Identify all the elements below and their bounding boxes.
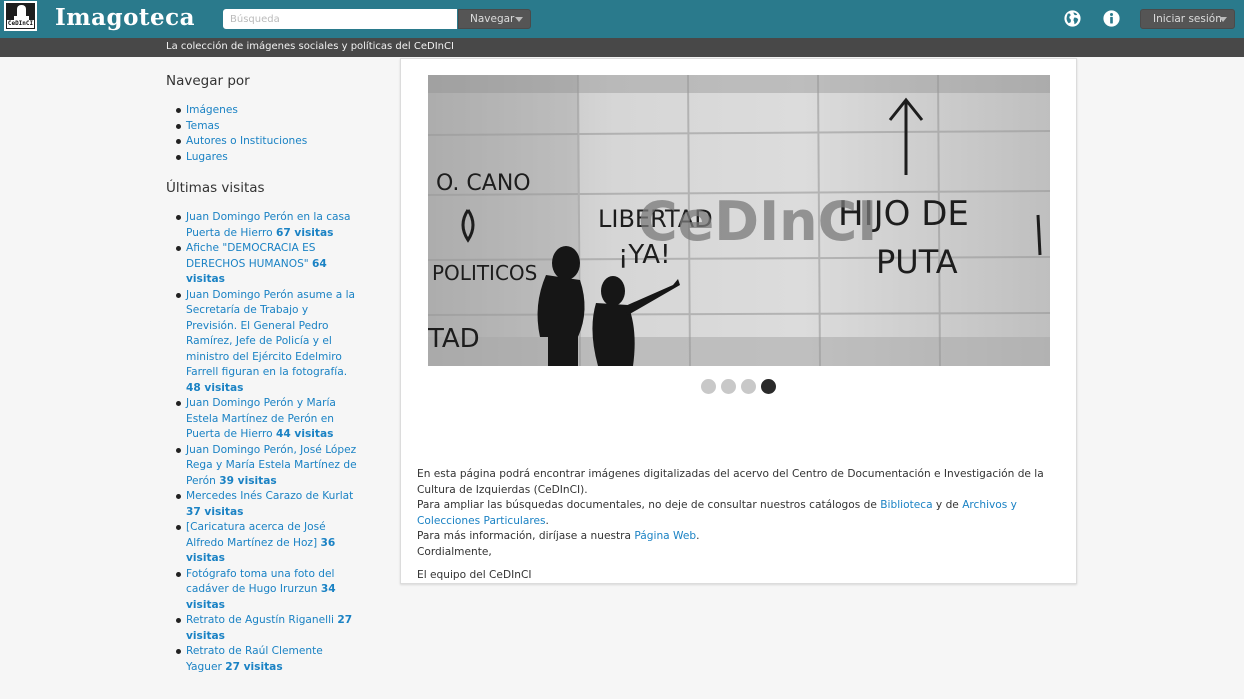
graffiti-text: TAD xyxy=(428,324,480,354)
visit-link[interactable]: Mercedes Inés Carazo de Kurlat 37 visita… xyxy=(186,490,353,518)
browse-by-list: Imágenes Temas Autores o Instituciones L… xyxy=(166,103,386,165)
slider-dot[interactable] xyxy=(741,379,756,394)
image-slider[interactable]: O. CANO LIBERTAD ¡YA! HIJO DE PUTA POLIT… xyxy=(428,75,1050,366)
visit-title: Juan Domingo Perón asume a la Secretaría… xyxy=(186,288,356,379)
main-content-panel: O. CANO LIBERTAD ¡YA! HIJO DE PUTA POLIT… xyxy=(400,58,1077,584)
caret-down-icon xyxy=(1219,17,1227,22)
slider-dot-active[interactable] xyxy=(761,379,776,394)
graffiti-text: PUTA xyxy=(876,243,958,281)
graffiti-text: POLITICOS xyxy=(432,261,537,285)
browse-link-images[interactable]: Imágenes xyxy=(186,104,238,116)
browse-link-authors[interactable]: Autores o Instituciones xyxy=(186,135,307,147)
cedinci-logo[interactable]: CeDInCI xyxy=(4,1,37,31)
list-item: [Caricatura acerca de José Alfredo Martí… xyxy=(176,520,361,567)
slide-photo: O. CANO LIBERTAD ¡YA! HIJO DE PUTA POLIT… xyxy=(428,75,1050,366)
top-navbar: CeDInCI Imagoteca Navegar Iniciar sesión xyxy=(0,0,1244,38)
browse-link-subjects[interactable]: Temas xyxy=(186,120,220,132)
intro-text-fragment: Para ampliar las búsquedas documentales,… xyxy=(417,499,881,511)
intro-text-fragment: Para más información, diríjase a nuestra xyxy=(417,530,635,542)
search-input[interactable] xyxy=(223,9,457,29)
list-item: Fotógrafo toma una foto del cadáver de H… xyxy=(176,567,361,614)
visit-title: Mercedes Inés Carazo de Kurlat xyxy=(186,490,354,502)
login-label: Iniciar sesión xyxy=(1153,13,1222,25)
slider-dot[interactable] xyxy=(701,379,716,394)
list-item: Juan Domingo Perón en la casa Puerta de … xyxy=(176,210,361,241)
list-item: Mercedes Inés Carazo de Kurlat 37 visita… xyxy=(176,489,361,520)
visit-count: 44 visitas xyxy=(276,428,334,440)
list-item: Retrato de Agustín Riganelli 27 visitas xyxy=(176,613,361,644)
visit-title: [Caricatura acerca de José Alfredo Martí… xyxy=(186,521,326,549)
visit-link[interactable]: Juan Domingo Perón y María Estela Martín… xyxy=(186,397,336,440)
site-description: La colección de imágenes sociales y polí… xyxy=(166,41,454,52)
site-name-link[interactable]: Imagoteca xyxy=(55,4,195,31)
slider-pagination xyxy=(701,379,791,395)
intro-paragraph: Para ampliar las búsquedas documentales,… xyxy=(417,498,1067,529)
visit-link[interactable]: Juan Domingo Perón asume a la Secretaría… xyxy=(186,289,355,394)
slider-dot[interactable] xyxy=(721,379,736,394)
visit-link[interactable]: Fotógrafo toma una foto del cadáver de H… xyxy=(186,568,336,611)
visit-link[interactable]: Retrato de Raúl Clemente Yaguer 27 visit… xyxy=(186,645,323,673)
visit-link[interactable]: [Caricatura acerca de José Alfredo Martí… xyxy=(186,521,335,564)
graffiti-text: O. CANO xyxy=(436,171,531,196)
globe-icon[interactable] xyxy=(1063,9,1082,28)
visit-title: Fotógrafo toma una foto del cadáver de H… xyxy=(186,567,335,596)
list-item: Imágenes xyxy=(176,103,386,119)
sidebar: Navegar por Imágenes Temas Autores o Ins… xyxy=(166,58,386,675)
visit-count: 27 visitas xyxy=(225,660,283,673)
visit-count: 37 visitas xyxy=(186,505,244,518)
browse-menu-label: Navegar xyxy=(470,13,515,25)
intro-text: En esta página podrá encontrar imágenes … xyxy=(417,467,1067,584)
visit-link[interactable]: Afiche "DEMOCRACIA ES DERECHOS HUMANOS" … xyxy=(186,242,327,285)
login-button[interactable]: Iniciar sesión xyxy=(1140,9,1235,29)
visit-title: Retrato de Agustín Riganelli xyxy=(186,614,334,626)
visit-link[interactable]: Juan Domingo Perón en la casa Puerta de … xyxy=(186,211,351,239)
intro-text-fragment: y de xyxy=(932,499,963,511)
browse-menu-button[interactable]: Navegar xyxy=(458,9,531,29)
logo-text: CeDInCI xyxy=(7,20,34,28)
library-link[interactable]: Biblioteca xyxy=(880,499,932,511)
info-icon[interactable] xyxy=(1102,9,1121,28)
list-item: Autores o Instituciones xyxy=(176,134,386,150)
intro-paragraph: Para más información, diríjase a nuestra… xyxy=(417,529,1067,545)
visit-count: 48 visitas xyxy=(186,381,244,394)
list-item: Afiche "DEMOCRACIA ES DERECHOS HUMANOS" … xyxy=(176,241,361,288)
intro-paragraph: En esta página podrá encontrar imágenes … xyxy=(417,468,1044,496)
list-item: Retrato de Raúl Clemente Yaguer 27 visit… xyxy=(176,644,361,675)
recent-visits-heading: Últimas visitas xyxy=(166,180,265,196)
browse-by-heading: Navegar por xyxy=(166,73,250,89)
visit-title: Afiche "DEMOCRACIA ES DERECHOS HUMANOS" xyxy=(186,242,316,270)
visit-count: 39 visitas xyxy=(219,474,277,487)
list-item: Juan Domingo Perón asume a la Secretaría… xyxy=(176,288,361,397)
caret-down-icon xyxy=(515,17,523,22)
list-item: Juan Domingo Perón, José López Rega y Ma… xyxy=(176,443,361,490)
recent-visits-list: Juan Domingo Perón en la casa Puerta de … xyxy=(166,210,361,675)
site-description-bar: La colección de imágenes sociales y polí… xyxy=(0,38,1244,57)
intro-signature: El equipo del CeDInCI xyxy=(417,569,532,581)
list-item: Juan Domingo Perón y María Estela Martín… xyxy=(176,396,361,443)
intro-text-fragment: . xyxy=(545,514,549,527)
slide-watermark: CeDInCI xyxy=(638,190,877,253)
list-item: Lugares xyxy=(176,150,386,166)
intro-paragraph: Cordialmente, xyxy=(417,545,492,558)
intro-text-fragment: . xyxy=(696,530,700,542)
visit-count: 67 visitas xyxy=(276,226,334,239)
browse-link-places[interactable]: Lugares xyxy=(186,151,228,163)
website-link[interactable]: Página Web xyxy=(634,530,696,542)
list-item: Temas xyxy=(176,119,386,135)
visit-link[interactable]: Juan Domingo Perón, José López Rega y Ma… xyxy=(186,444,357,487)
visit-link[interactable]: Retrato de Agustín Riganelli 27 visitas xyxy=(186,614,352,642)
